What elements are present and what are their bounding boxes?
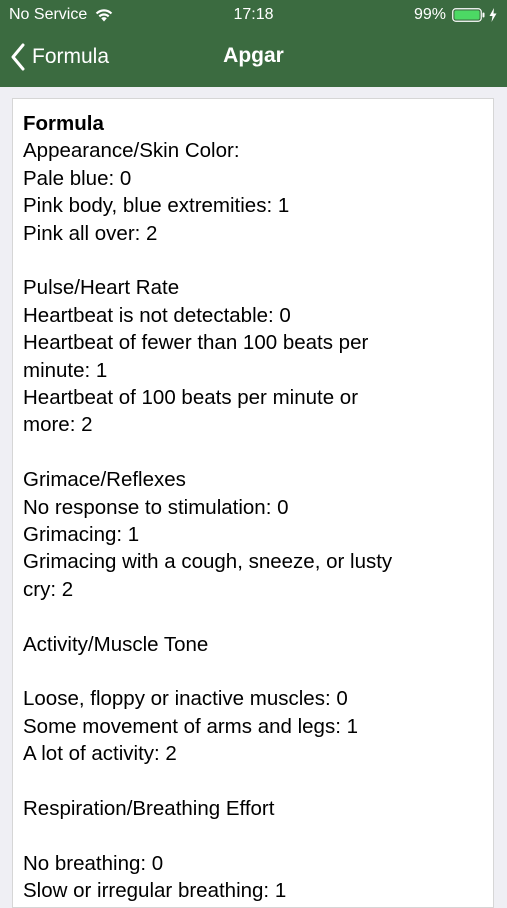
appearance-item: Pink all over: 2	[23, 221, 158, 245]
appearance-item: Pale blue: 0	[23, 166, 132, 190]
header: No Service 17:18 99% Formula Apgar	[0, 0, 507, 87]
grimace-item: cry: 2	[23, 577, 74, 601]
status-right: 99%	[414, 6, 497, 24]
grimace-item: Grimacing with a cough, sneeze, or lusty	[23, 550, 393, 574]
respiration-item: Slow or irregular breathing: 1	[23, 879, 287, 903]
grimace-item: No response to stimulation: 0	[23, 495, 289, 519]
page-title: Apgar	[223, 44, 284, 67]
appearance-title: Appearance/Skin Color:	[23, 139, 240, 163]
activity-title: Activity/Muscle Tone	[23, 632, 209, 656]
appearance-item: Pink body, blue extremities: 1	[23, 194, 290, 218]
status-bar: No Service 17:18 99%	[0, 0, 507, 32]
respiration-title: Respiration/Breathing Effort	[23, 797, 275, 821]
pulse-item: minute: 1	[23, 358, 108, 382]
grimace-title: Grimace/Reflexes	[23, 468, 186, 492]
battery-percent: 99%	[413, 6, 446, 23]
charging-icon	[489, 8, 497, 22]
formula-card: Formula Appearance/Skin Color: Pale blue…	[12, 98, 494, 908]
pulse-title: Pulse/Heart Rate	[23, 276, 180, 300]
grimace-item: Grimacing: 1	[23, 523, 140, 547]
pulse-item: more: 2	[23, 413, 93, 437]
pulse-item: Heartbeat of fewer than 100 beats per	[23, 331, 369, 355]
nav-bar: Formula Apgar	[0, 32, 507, 87]
activity-item: Loose, floppy or inactive muscles: 0	[23, 687, 348, 711]
pulse-item: Heartbeat of 100 beats per minute or	[23, 386, 359, 410]
activity-item: A lot of activity: 2	[23, 742, 177, 766]
battery-icon	[452, 8, 486, 22]
activity-item: Some movement of arms and legs: 1	[23, 714, 358, 738]
formula-text: Formula Appearance/Skin Color: Pale blue…	[23, 110, 483, 905]
respiration-item: No breathing: 0	[23, 851, 164, 875]
formula-heading: Formula	[23, 112, 104, 135]
pulse-item: Heartbeat is not detectable: 0	[23, 303, 291, 327]
